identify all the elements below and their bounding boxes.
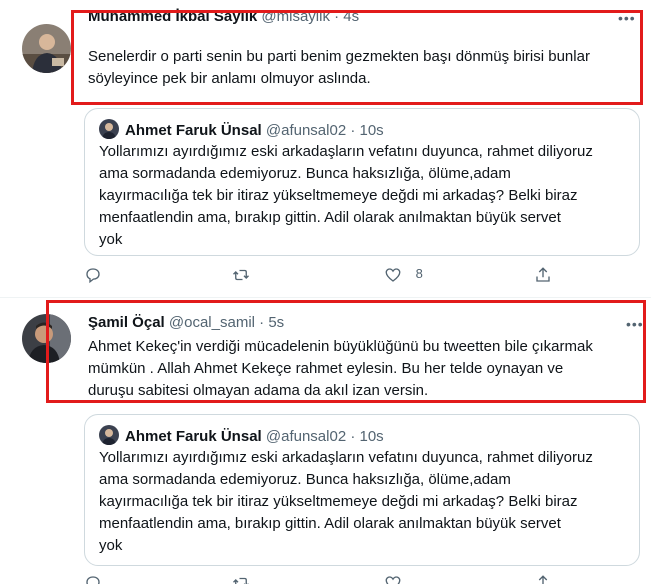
quoted-avatar	[99, 119, 119, 139]
heart-icon	[385, 268, 401, 282]
quoted-tweet[interactable]: Ahmet Faruk Ünsal @afunsal02 · 10s Yolla…	[84, 108, 640, 256]
quoted-time: · 10s	[350, 428, 384, 445]
highlight-box	[46, 300, 646, 403]
quoted-text-line: menfaatlendin ama, bırakıp gittin. Adil …	[99, 209, 561, 226]
tweet-1[interactable]: Muhammed İkbal Saylık @misaylik · 4s •••…	[0, 0, 651, 296]
tweet-actions: 8	[84, 266, 564, 286]
quoted-text-line: menfaatlendin ama, bırakıp gittin. Adil …	[99, 515, 561, 532]
share-icon[interactable]	[534, 266, 552, 284]
quoted-text-line: ama sormadanda edemiyoruz. Bunca haksızl…	[99, 471, 511, 488]
quoted-tweet[interactable]: Ahmet Faruk Ünsal @afunsal02 · 10s Yolla…	[84, 414, 640, 566]
quoted-time: · 10s	[350, 122, 384, 139]
quoted-author-name: Ahmet Faruk Ünsal	[125, 122, 262, 139]
quoted-text-line: yok	[99, 231, 123, 248]
tweet-actions	[84, 574, 564, 584]
reply-icon[interactable]	[84, 574, 102, 584]
quoted-text: Yollarımızı ayırdığımız eski arkadaşları…	[99, 447, 629, 557]
avatar[interactable]	[22, 24, 71, 73]
quoted-author-line: Ahmet Faruk Ünsal @afunsal02 · 10s	[99, 425, 384, 445]
quoted-text-line: Yollarımızı ayırdığımız eski arkadaşları…	[99, 449, 593, 466]
quoted-text-line: kayırmacılığa tek bir itiraz yükseltmeme…	[99, 493, 578, 510]
retweet-icon[interactable]	[232, 266, 250, 284]
quoted-text: Yollarımızı ayırdığımız eski arkadaşları…	[99, 141, 629, 251]
highlight-box	[71, 10, 643, 105]
quoted-text-line: yok	[99, 537, 123, 554]
quoted-text-line: Yollarımızı ayırdığımız eski arkadaşları…	[99, 143, 593, 160]
tweet-2[interactable]: Şamil Öçal @ocal_samil · 5s ••• Ahmet Ke…	[0, 298, 651, 584]
quoted-text-line: ama sormadanda edemiyoruz. Bunca haksızl…	[99, 165, 511, 182]
heart-icon[interactable]	[384, 574, 402, 584]
retweet-icon[interactable]	[232, 574, 250, 584]
quoted-author-line: Ahmet Faruk Ünsal @afunsal02 · 10s	[99, 119, 384, 139]
quoted-text-line: kayırmacılığa tek bir itiraz yükseltmeme…	[99, 187, 578, 204]
quoted-author-handle: @afunsal02	[265, 122, 347, 139]
quoted-avatar	[99, 425, 119, 445]
reply-icon[interactable]	[84, 266, 102, 284]
share-icon[interactable]	[534, 574, 552, 584]
like-count: 8	[415, 266, 423, 282]
quoted-author-handle: @afunsal02	[265, 428, 347, 445]
quoted-author-name: Ahmet Faruk Ünsal	[125, 428, 262, 445]
like-button[interactable]: 8	[384, 266, 423, 284]
